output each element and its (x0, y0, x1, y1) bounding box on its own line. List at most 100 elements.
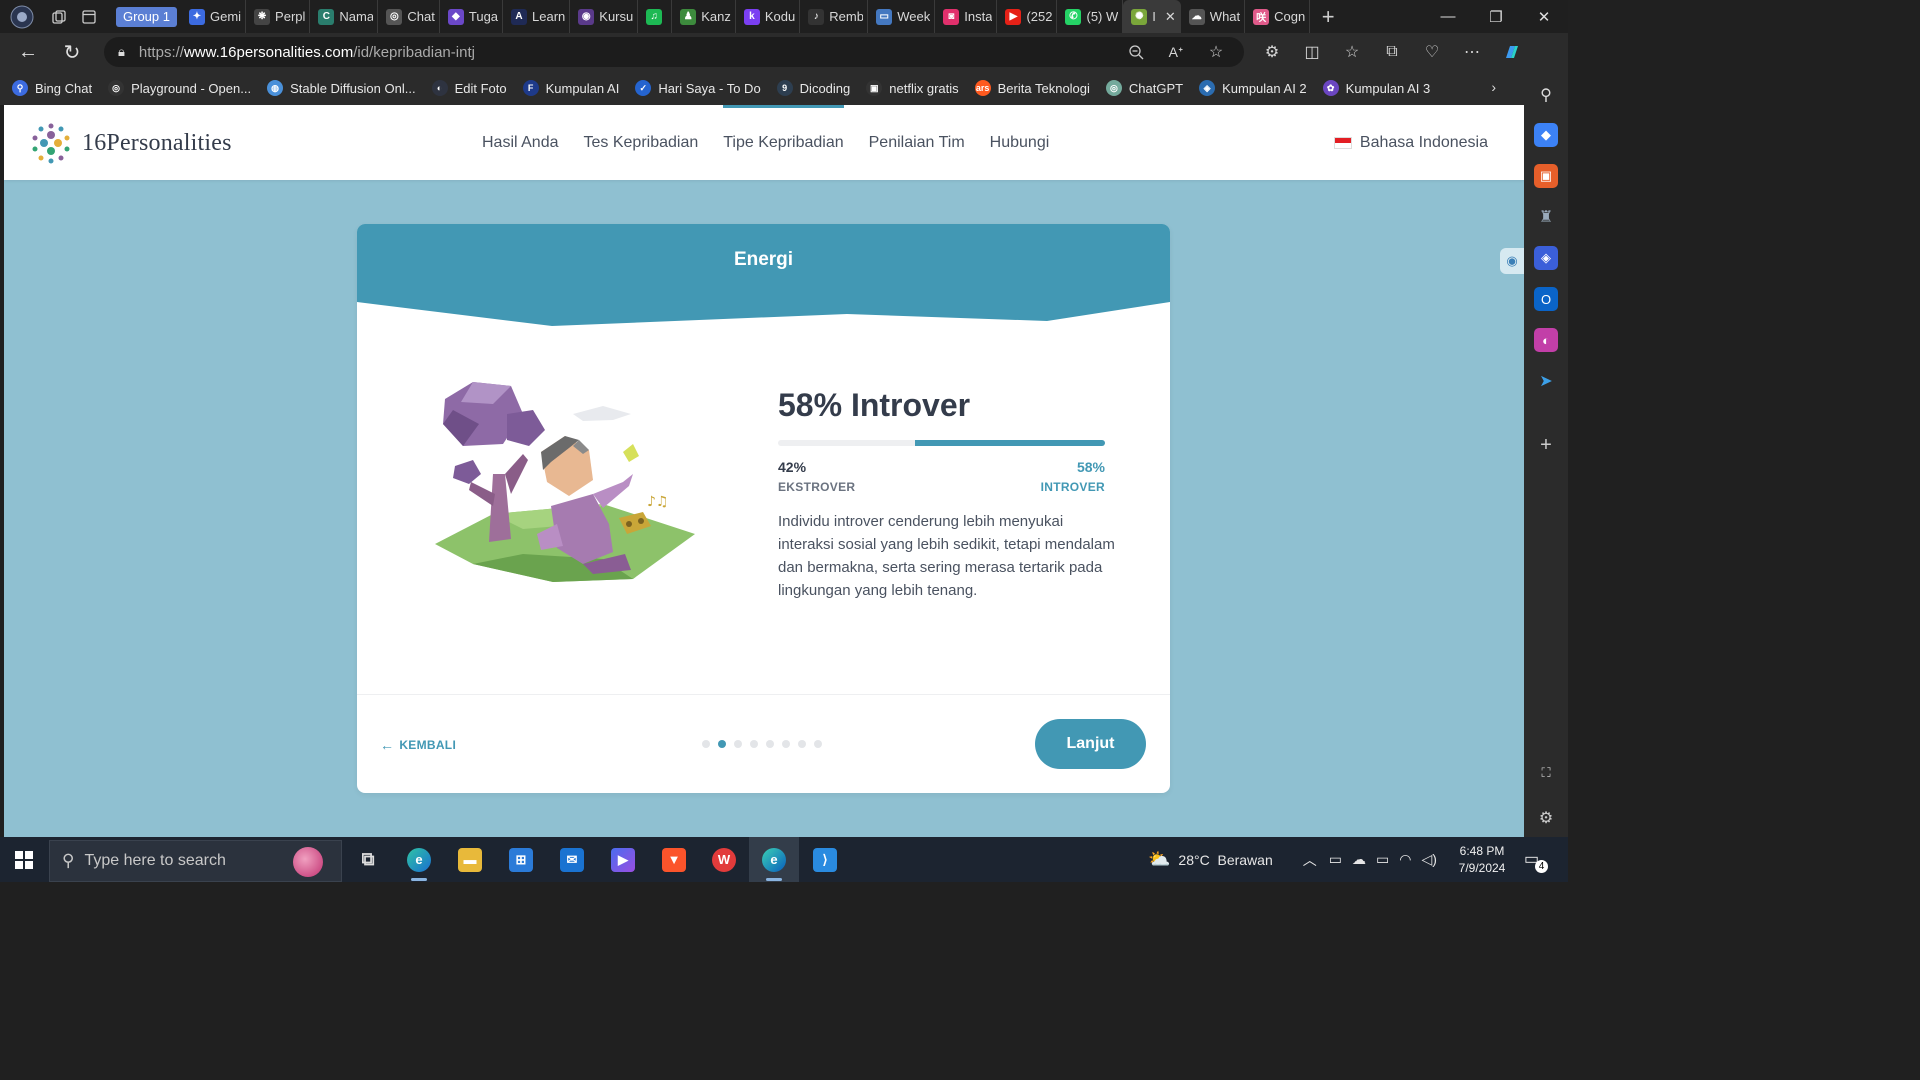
pagination-dot[interactable] (798, 740, 806, 748)
browser-tab[interactable]: ◙ Insta (935, 0, 998, 33)
nav-link[interactable]: Hasil Anda (482, 105, 559, 180)
notification-center-icon[interactable]: ▭ 4 (1524, 849, 1548, 873)
browser-essentials-icon[interactable]: ♡ (1412, 33, 1452, 71)
pagination-dot[interactable] (766, 740, 774, 748)
browser-tab[interactable]: ✺ I ✕ (1123, 0, 1181, 33)
bookmarks-overflow-icon[interactable]: › (1491, 79, 1496, 95)
back-arrow-icon[interactable]: ← (6, 33, 50, 71)
browser-tab[interactable]: ♪ Remb (800, 0, 869, 33)
close-window-icon[interactable]: ✕ (1520, 0, 1568, 33)
zoom-icon[interactable] (1116, 33, 1156, 71)
favorites-icon[interactable]: ☆ (1332, 33, 1372, 71)
nav-link[interactable]: Penilaian Tim (869, 105, 965, 180)
nav-link[interactable]: Tes Kepribadian (584, 105, 699, 180)
search-icon[interactable]: ⚲ (1534, 83, 1558, 107)
language-selector[interactable]: Bahasa Indonesia (1333, 105, 1488, 180)
designer-icon[interactable]: ◐ (1534, 328, 1558, 352)
browser-tab[interactable]: ▭ Week (868, 0, 936, 33)
back-button[interactable]: ← KEMBALI (380, 737, 456, 753)
wifi-icon[interactable]: ◠ (1399, 851, 1411, 868)
bookmark-item[interactable]: ✿ Kumpulan AI 3 (1322, 80, 1430, 96)
bookmark-item[interactable]: ◐ Edit Foto (431, 80, 507, 96)
profile-avatar-icon[interactable] (0, 0, 44, 33)
meet-now-icon[interactable]: ▭ (1329, 851, 1342, 868)
browser-tab[interactable]: ◉ Kursu (570, 0, 639, 33)
pagination-dot[interactable] (734, 740, 742, 748)
volume-icon[interactable]: ◁) (1421, 851, 1436, 868)
edge-active-taskbar-icon[interactable]: e (749, 837, 799, 882)
onedrive-icon[interactable]: ☁ (1352, 851, 1366, 868)
tab-actions-icon[interactable] (74, 0, 104, 33)
browser-tab[interactable]: ▶ (252 (997, 0, 1058, 33)
nav-link[interactable]: Hubungi (990, 105, 1050, 180)
close-tab-icon[interactable]: ✕ (1165, 9, 1176, 25)
outlook-icon[interactable]: O (1534, 287, 1558, 311)
read-aloud-icon[interactable]: Aᐩ (1156, 33, 1196, 71)
taskbar-search-box[interactable]: ⚲ Type here to search (49, 840, 342, 882)
bookmark-item[interactable]: ◎ ChatGPT (1105, 80, 1183, 96)
pagination-dot[interactable] (718, 740, 726, 748)
bookmark-item[interactable]: ars Berita Teknologi (974, 80, 1090, 96)
nav-link[interactable]: Tipe Kepribadian (723, 105, 845, 180)
split-screen-icon[interactable]: ◫ (1292, 33, 1332, 71)
tab-group-chip[interactable]: Group 1 (116, 6, 177, 27)
more-menu-icon[interactable]: ⋯ (1452, 33, 1492, 71)
windows-start-icon[interactable] (0, 837, 48, 882)
favorite-star-icon[interactable]: ☆ (1196, 33, 1236, 71)
file-explorer-icon[interactable]: ▬ (445, 837, 495, 882)
games-icon[interactable]: ♜ (1534, 205, 1558, 229)
browser-tab[interactable]: ♫ (638, 0, 673, 33)
mail-icon[interactable]: ✉ (547, 837, 597, 882)
copilot-designer-icon[interactable]: ◈ (1534, 246, 1558, 270)
browser-tab[interactable]: ♟ Kanz (672, 0, 736, 33)
floating-extension-icon[interactable]: ◉ (1500, 248, 1524, 274)
task-view-icon[interactable]: ⧉ (343, 837, 393, 882)
wps-office-icon[interactable]: W (699, 837, 749, 882)
bookmark-item[interactable]: F Kumpulan AI (522, 80, 619, 96)
bookmark-item[interactable]: ▣ netflix gratis (866, 80, 959, 96)
browser-tab[interactable]: ◎ Chat (378, 0, 440, 33)
pagination-dot[interactable] (782, 740, 790, 748)
bookmark-item[interactable]: ◈ Kumpulan AI 2 (1199, 80, 1307, 96)
pagination-dot[interactable] (814, 740, 822, 748)
bookmark-item[interactable]: ◍ Stable Diffusion Onl... (267, 80, 416, 96)
browser-tab[interactable]: ❋ Perpl (246, 0, 311, 33)
brave-icon[interactable]: ▼ (649, 837, 699, 882)
browser-tab[interactable]: C Nama (310, 0, 379, 33)
sidebar-settings-icon[interactable]: ⚙︎ (1534, 806, 1558, 830)
copilot-icon[interactable] (1492, 33, 1532, 71)
browser-tab[interactable]: ✆ (5) W (1057, 0, 1124, 33)
collections-icon[interactable]: ⧉ (1372, 33, 1412, 71)
browser-tab[interactable]: ◆ Tuga (440, 0, 504, 33)
browser-tab[interactable]: 咲 Cogn (1245, 0, 1311, 33)
minimize-icon[interactable]: — (1424, 0, 1472, 33)
weather-text[interactable]: 28°C Berawan (1178, 852, 1272, 868)
extensions-icon[interactable]: ⚙︎ (1252, 33, 1292, 71)
bookmark-item[interactable]: ✓ Hari Saya - To Do (635, 80, 761, 96)
telegram-send-icon[interactable]: ➤ (1534, 369, 1558, 393)
bookmark-item[interactable]: ⚲ Bing Chat (12, 80, 92, 96)
shopping-tag-icon[interactable]: ◆ (1534, 123, 1558, 147)
browser-tab[interactable]: A Learn (503, 0, 571, 33)
browser-tab[interactable]: ☁ What (1181, 0, 1246, 33)
edge-taskbar-icon[interactable]: e (394, 837, 444, 882)
pagination-dot[interactable] (750, 740, 758, 748)
browser-tab[interactable]: ✦ Gemi (181, 0, 247, 33)
browser-tab[interactable]: k Kodu (736, 0, 801, 33)
tools-briefcase-icon[interactable]: ▣ (1534, 164, 1558, 188)
refresh-icon[interactable]: ↻ (50, 33, 94, 71)
tray-chevron-icon[interactable]: ︿ (1303, 850, 1317, 870)
pagination-dot[interactable] (702, 740, 710, 748)
system-clock[interactable]: 6:48 PM 7/9/2024 (1454, 843, 1510, 877)
vscode-icon[interactable]: ⟩ (800, 837, 850, 882)
url-field[interactable]: 🔒︎ https://www.16personalities.com/id/ke… (104, 37, 1244, 67)
weather-cloud-icon[interactable]: ⛅ (1148, 849, 1170, 870)
microsoft-store-icon[interactable]: ⊞ (496, 837, 546, 882)
copilot-taskbar-icon[interactable]: ▶ (598, 837, 648, 882)
next-button[interactable]: Lanjut (1035, 719, 1146, 769)
bookmark-item[interactable]: 9 Dicoding (776, 80, 850, 96)
bookmark-item[interactable]: ◎ Playground - Open... (108, 80, 251, 96)
screenshot-icon[interactable]: ⛶ (1534, 761, 1558, 785)
site-logo[interactable]: 16Personalities (28, 120, 232, 166)
new-tab-icon[interactable]: + (1310, 0, 1346, 33)
